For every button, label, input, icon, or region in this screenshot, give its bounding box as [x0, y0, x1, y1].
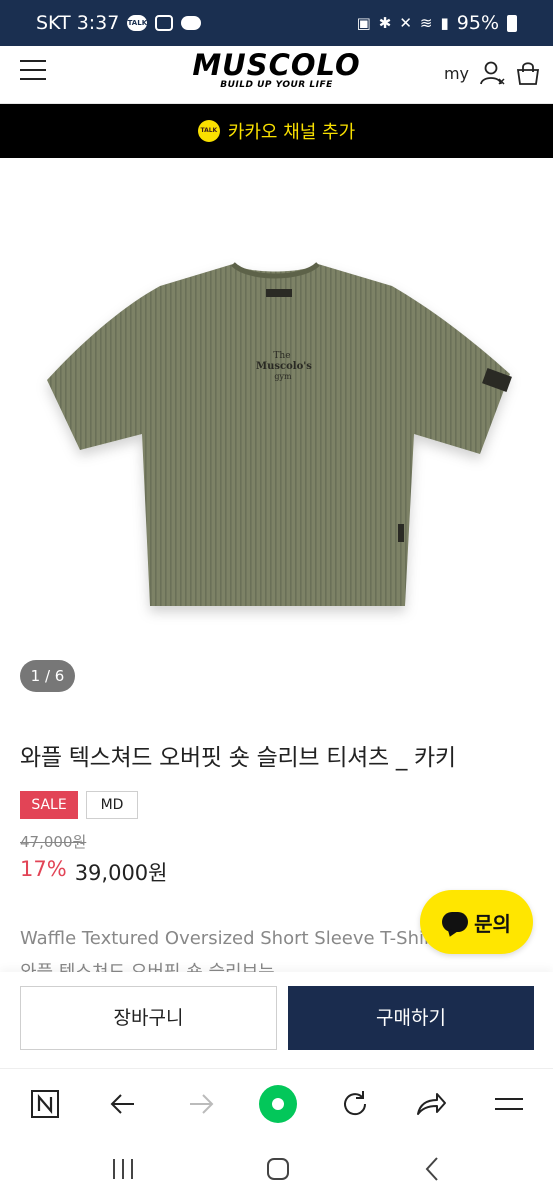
system-nav-bar: [0, 1138, 553, 1200]
back-arrow-icon[interactable]: [106, 1087, 140, 1121]
image-counter: 1 / 6: [20, 660, 75, 692]
recents-icon[interactable]: [108, 1154, 138, 1184]
bluetooth-icon: ✱: [378, 14, 392, 32]
talk-notification-icon: TALK: [127, 15, 148, 31]
battery-icon: [507, 14, 517, 32]
browser-toolbar: [0, 1068, 553, 1138]
kakao-talk-icon: TALK: [197, 120, 220, 142]
side-tag: [398, 524, 404, 542]
battery-percent: 95%: [456, 12, 499, 34]
share-icon[interactable]: [414, 1087, 448, 1121]
print-line-1: The: [273, 351, 290, 361]
buy-now-button[interactable]: 구매하기: [288, 986, 534, 1050]
signal-icon: ▮: [440, 14, 449, 32]
purchase-action-bar: 장바구니 구매하기: [0, 972, 553, 1068]
sale-badge: SALE: [20, 791, 78, 819]
kakao-channel-banner[interactable]: TALK 카카오 채널 추가: [0, 104, 553, 158]
cloud-icon: [181, 16, 202, 30]
inquiry-label: 문의: [474, 911, 511, 936]
refresh-icon[interactable]: [338, 1087, 372, 1121]
green-dot-icon[interactable]: [258, 1084, 298, 1124]
instagram-icon: [155, 15, 174, 31]
md-badge: MD: [86, 791, 138, 819]
badge-row: SALE MD: [20, 791, 138, 819]
menu-icon[interactable]: [492, 1087, 526, 1121]
inquiry-button[interactable]: 문의: [420, 890, 533, 954]
my-page-link[interactable]: my: [444, 64, 469, 83]
price-row: 17% 39,000원: [20, 857, 168, 887]
add-to-cart-button[interactable]: 장바구니: [20, 986, 277, 1050]
wifi-icon: ≋: [419, 14, 433, 32]
back-icon[interactable]: [418, 1154, 448, 1184]
discount-rate: 17%: [20, 857, 67, 881]
chat-bubble-icon: [442, 912, 469, 932]
original-price: 47,000원: [20, 833, 87, 851]
site-header: MUSCOLO BUILD UP YOUR LIFE my: [0, 46, 553, 104]
login-icon[interactable]: [479, 60, 505, 86]
secure-folder-icon: ▣: [356, 14, 371, 32]
product-title: 와플 텍스쳐드 오버핏 숏 슬리브 티셔츠 _ 카키: [20, 745, 456, 771]
status-bar: SKT 3:37 TALK ▣ ✱ ✕ ≋ ▮ 95%: [0, 0, 553, 46]
naver-icon[interactable]: [28, 1087, 62, 1121]
forward-arrow-icon[interactable]: [184, 1087, 218, 1121]
mute-icon: ✕: [399, 14, 412, 32]
neck-tag: [266, 289, 292, 297]
description-english: Waffle Textured Oversized Short Sleeve T…: [20, 928, 439, 949]
print-line-2: Muscolo's: [256, 361, 312, 372]
cart-bag-icon[interactable]: [515, 60, 541, 86]
print-line-3: gym: [274, 372, 292, 381]
tshirt-image: The Muscolo's gym: [47, 262, 512, 606]
carrier-time: SKT 3:37: [36, 12, 120, 34]
sale-price: 39,000원: [74, 861, 168, 885]
home-icon[interactable]: [263, 1154, 293, 1184]
kakao-channel-label: 카카오 채널 추가: [227, 122, 356, 143]
product-image[interactable]: The Muscolo's gym: [0, 158, 553, 708]
